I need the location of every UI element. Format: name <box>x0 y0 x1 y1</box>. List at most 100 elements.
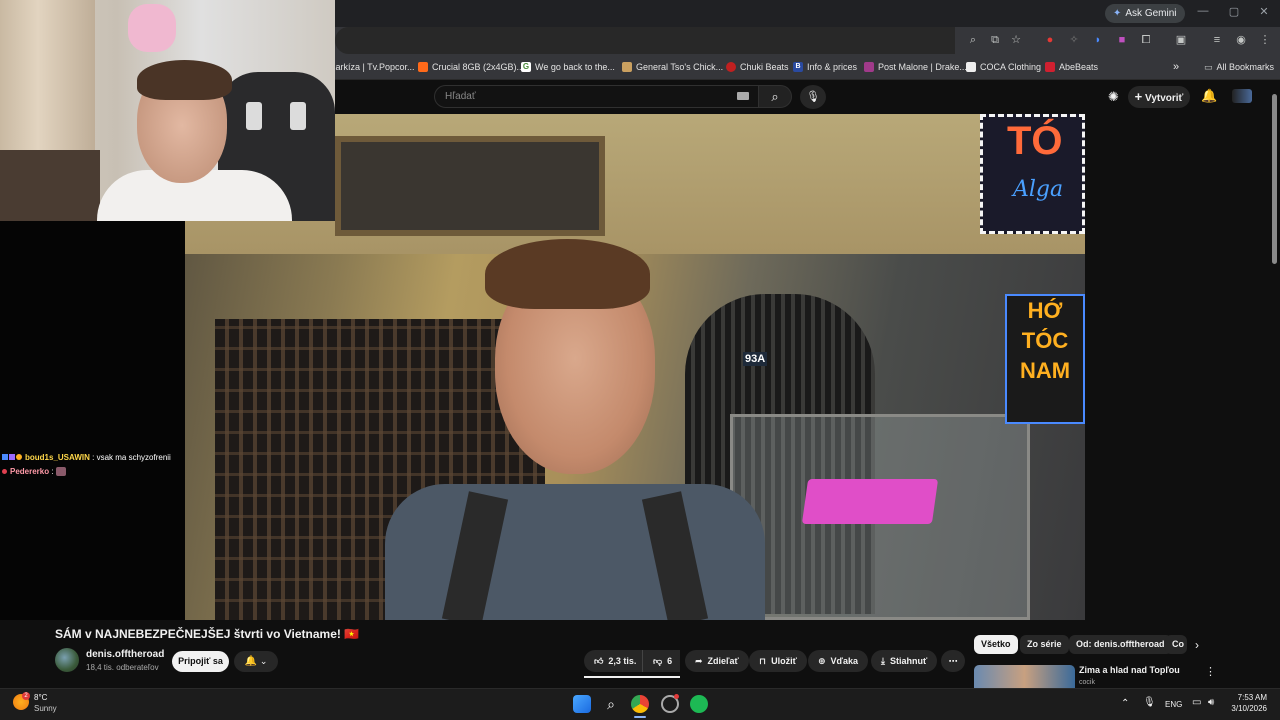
create-button[interactable]: + Vytvoriť <box>1128 86 1190 108</box>
thanks-label: Vďaka <box>830 656 859 666</box>
voice-search-button[interactable]: 🎙 <box>800 85 826 109</box>
windows-start-icon[interactable] <box>573 695 591 713</box>
download-button[interactable]: ⤓ Stiahnuť <box>871 650 938 672</box>
chat-username[interactable]: boud1s_USAWIN <box>25 453 90 462</box>
address-bar[interactable] <box>335 27 955 54</box>
chrome-icon[interactable] <box>631 695 649 713</box>
search-input[interactable]: Hľadať <box>434 85 760 108</box>
bookmark-item[interactable]: AbeBeats <box>1045 59 1098 75</box>
dislike-button[interactable]: 👎︎ 6 <box>642 650 680 672</box>
notification-preferences-button[interactable]: 🔔 ⌄ <box>234 651 278 672</box>
chip-other[interactable]: Co <box>1165 635 1187 654</box>
recommendation-channel[interactable]: cocik <box>1079 679 1095 686</box>
chat-username[interactable]: Pedererko <box>10 467 49 476</box>
bookmark-item[interactable]: SÁM v NAJNEBEZPEČNEJŠEJ štvrti vo Vietna… <box>328 59 415 75</box>
taskbar-search-icon[interactable]: ⌕ <box>602 695 620 713</box>
save-button[interactable]: ⊓ Uložiť <box>749 650 807 672</box>
bookmark-item[interactable]: Post Malone | Drake... <box>864 59 967 75</box>
bookmark-item[interactable]: COCA Clothing <box>966 59 1041 75</box>
video-scene-window <box>335 136 605 236</box>
bookmark-item[interactable]: Crucial 8GB (2x4GB)... <box>418 59 524 75</box>
ask-gemini-label: Ask Gemini <box>1125 8 1177 19</box>
notifications-bell-icon[interactable]: 🔔 <box>1201 88 1217 104</box>
bookmark-label: Info & prices <box>807 62 858 72</box>
weather-badge: 2 <box>22 692 30 700</box>
network-icon[interactable]: ▭ <box>1192 697 1201 708</box>
weather-temperature[interactable]: 8°C <box>34 693 47 702</box>
ask-gemini-button[interactable]: ✦ Ask Gemini <box>1105 4 1185 23</box>
bookmark-star-icon[interactable]: ☆ <box>1009 33 1023 47</box>
join-button[interactable]: Pripojiť sa <box>172 651 229 672</box>
video-person-body <box>385 484 765 620</box>
like-count: 2,3 tis. <box>608 656 637 666</box>
share-button[interactable]: ➦ Zdieľať <box>685 650 749 672</box>
zoom-icon[interactable]: ⌕ <box>966 33 980 47</box>
bookmark-favicon-icon <box>864 62 874 72</box>
tray-overflow-chevron-icon[interactable]: ⌃ <box>1121 698 1129 709</box>
recommendation-title[interactable]: Zima a hlad nad Topľou <box>1079 665 1180 675</box>
tab-search-icon[interactable]: ▣ <box>1174 33 1188 47</box>
chip-all[interactable]: Všetko <box>974 635 1018 654</box>
bookmark-item[interactable]: Chuki Beats <box>726 59 789 75</box>
chip-from-channel[interactable]: Od: denis.offtheroad <box>1069 635 1172 654</box>
profile-avatar[interactable]: ◉ <box>1234 33 1248 47</box>
clock-date[interactable]: 3/10/2026 <box>1229 704 1267 713</box>
browser-menu-icon[interactable]: ⋮ <box>1258 33 1272 47</box>
recommendation-menu-icon[interactable]: ⋮ <box>1205 665 1216 678</box>
bookmark-label: Post Malone | Drake... <box>878 62 967 72</box>
input-language[interactable]: ENG <box>1165 700 1182 709</box>
bookmark-item[interactable]: General Tso's Chick... <box>622 59 723 75</box>
account-avatar[interactable] <box>1232 89 1252 103</box>
video-person-hair <box>485 239 650 309</box>
premium-sparkle-icon[interactable]: ✺ <box>1108 89 1119 105</box>
more-actions-button[interactable]: ⋯ <box>941 650 965 672</box>
obs-record-badge <box>674 694 679 699</box>
search-button[interactable]: ⌕ <box>758 85 792 108</box>
extension-red-icon[interactable]: ● <box>1043 33 1057 47</box>
page-scrollbar-thumb[interactable] <box>1272 94 1277 264</box>
extension-gray-icon[interactable]: ✧ <box>1067 33 1081 47</box>
chips-next-chevron-icon[interactable]: › <box>1195 638 1199 652</box>
tray-microphone-icon[interactable]: 🎙 <box>1143 697 1156 708</box>
chat-text: : vsak ma schyzofrenii <box>92 453 171 462</box>
chip-series[interactable]: Zo série <box>1020 635 1069 654</box>
maximize-button[interactable]: ▢ <box>1225 5 1243 18</box>
cast-icon[interactable]: ⧉ <box>988 33 1002 47</box>
bookmark-label: Crucial 8GB (2x4GB)... <box>432 62 525 72</box>
google-favicon-icon: G <box>521 62 531 72</box>
extensions-puzzle-icon[interactable]: ⧠ <box>1139 33 1153 47</box>
channel-name[interactable]: denis.offtheroad <box>86 649 164 660</box>
bell-icon: 🔔 <box>244 656 258 667</box>
all-bookmarks-label: All Bookmarks <box>1216 62 1275 72</box>
close-window-button[interactable]: ✕ <box>1255 5 1273 18</box>
bookmark-label: COCA Clothing <box>980 62 1042 72</box>
spotify-icon[interactable] <box>690 695 708 713</box>
door-number-plate: 93A <box>743 352 768 366</box>
bookmark-favicon-icon <box>1045 62 1055 72</box>
dollar-icon: ⊕ <box>818 656 826 666</box>
minimize-button[interactable]: — <box>1194 5 1212 17</box>
keyboard-icon[interactable] <box>737 92 749 100</box>
extension-purple-icon[interactable]: ■ <box>1115 33 1129 47</box>
volume-icon[interactable]: 🔊︎ <box>1208 697 1214 708</box>
recommendation-thumbnail[interactable] <box>974 665 1075 688</box>
bookmark-item[interactable]: G We go back to the... <box>521 59 615 75</box>
reading-list-icon[interactable]: ≡ <box>1210 33 1224 47</box>
weather-description[interactable]: Sunny <box>34 704 57 713</box>
streamer-webcam <box>0 0 335 221</box>
thanks-button[interactable]: ⊕ Vďaka <box>808 650 869 672</box>
secondary-column <box>1085 114 1270 620</box>
clock-time[interactable]: 7:53 AM <box>1237 693 1267 702</box>
chat-text: : <box>51 467 54 476</box>
stream-chat-panel <box>0 221 185 620</box>
extension-wave-icon[interactable]: ◗ <box>1091 33 1105 47</box>
bookmarks-overflow-button[interactable]: » <box>1173 59 1179 75</box>
bookmark-item[interactable]: B Info & prices <box>793 59 857 75</box>
bookmark-label: Markíza | Tv.Popcor... <box>328 62 415 72</box>
gemini-sparkle-icon: ✦ <box>1113 8 1122 19</box>
channel-avatar[interactable] <box>55 648 79 672</box>
all-bookmarks-button[interactable]: ▭ All Bookmarks <box>1204 59 1274 75</box>
chat-badge-icon <box>16 454 22 460</box>
webcam-person-hair <box>137 60 232 100</box>
neon-sign-salon: HỚ TÓC NAM <box>1005 294 1085 424</box>
